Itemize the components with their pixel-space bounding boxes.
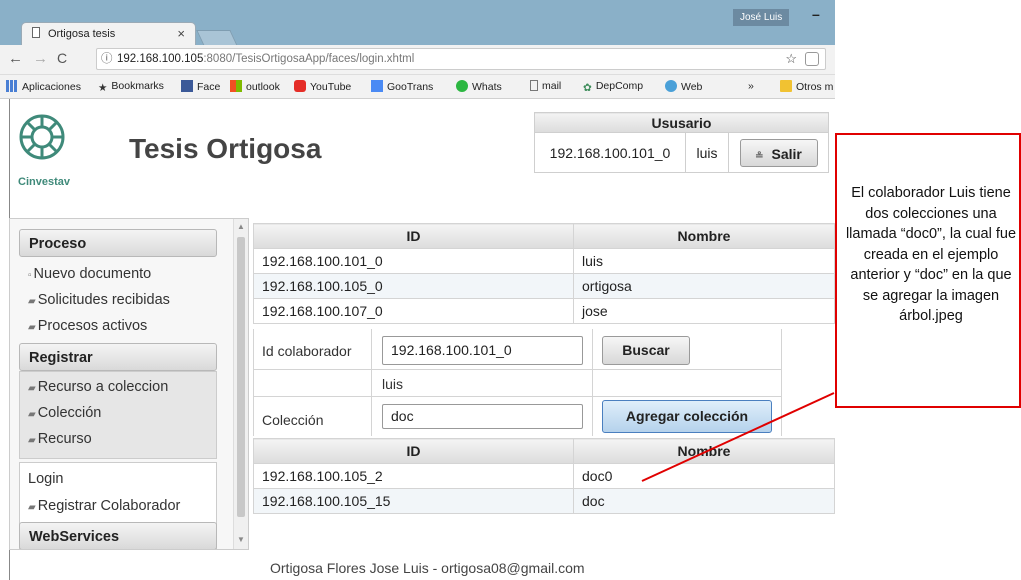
callout-text: El colaborador Luis tiene dos coleccione… <box>845 185 1017 324</box>
annotation-line <box>641 392 835 482</box>
annotation-callout: El colaborador Luis tiene dos coleccione… <box>835 133 1021 408</box>
